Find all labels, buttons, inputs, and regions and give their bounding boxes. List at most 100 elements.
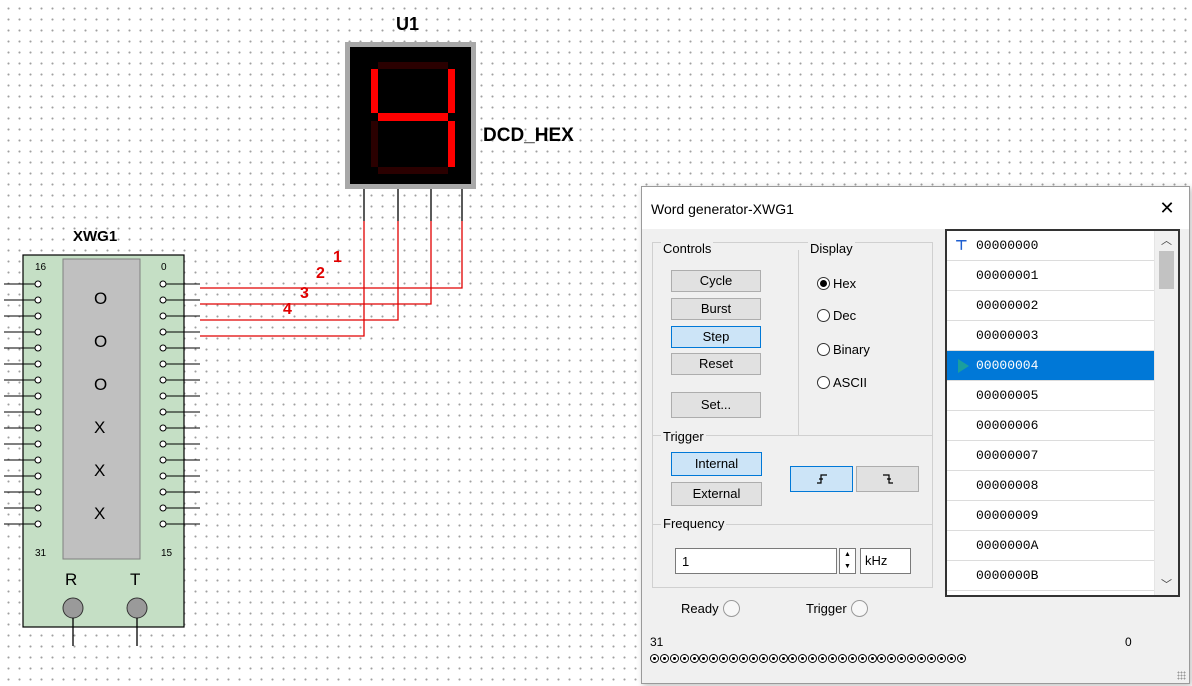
- generator-pin[interactable]: [159, 488, 167, 496]
- generator-pin[interactable]: [34, 488, 42, 496]
- scroll-down-icon[interactable]: ﹀: [1155, 575, 1178, 595]
- bit-indicator: [739, 654, 749, 663]
- close-button[interactable]: ✕: [1151, 193, 1183, 223]
- word-value: 0000000B: [976, 568, 1039, 583]
- word-row[interactable]: 00000007: [947, 441, 1154, 471]
- generator-pin[interactable]: [34, 360, 42, 368]
- bit-indicator: [917, 654, 927, 663]
- wires[interactable]: [200, 221, 463, 337]
- trigger-internal-button[interactable]: Internal: [671, 452, 762, 476]
- generator-pin[interactable]: [34, 440, 42, 448]
- generator-pin[interactable]: [159, 392, 167, 400]
- frequency-input[interactable]: [675, 548, 837, 574]
- word-row[interactable]: 00000009: [947, 501, 1154, 531]
- spin-down-icon[interactable]: ▼: [840, 561, 855, 573]
- display-ascii-radio[interactable]: ASCII: [817, 375, 867, 390]
- word-value: 00000007: [976, 448, 1039, 463]
- display-dec-radio[interactable]: Dec: [817, 308, 856, 323]
- word-list-scrollbar[interactable]: ︿ ﹀: [1154, 231, 1178, 595]
- word-value: 00000003: [976, 328, 1039, 343]
- burst-button[interactable]: Burst: [671, 298, 761, 320]
- word-generator-component[interactable]: O O O X X X: [4, 254, 200, 628]
- wire-label-2: 2: [316, 265, 325, 282]
- display-hex-radio[interactable]: Hex: [817, 276, 856, 291]
- bit-indicator: [887, 654, 897, 663]
- bit-indicator: [798, 654, 808, 663]
- terminal-r-label: R: [65, 570, 77, 589]
- generator-pin[interactable]: [159, 424, 167, 432]
- word-list[interactable]: 00000000 ⊤ 00000001 00000002 00000003 0000000…: [945, 229, 1180, 597]
- spin-up-icon[interactable]: ▲: [840, 549, 855, 561]
- word-row[interactable]: 00000000 ⊤: [947, 231, 1154, 261]
- step-button[interactable]: Step: [671, 326, 761, 348]
- frequency-unit[interactable]: kHz: [860, 548, 911, 574]
- generator-pin[interactable]: [159, 344, 167, 352]
- generator-pin[interactable]: [34, 408, 42, 416]
- generator-pin[interactable]: [159, 376, 167, 384]
- generator-pin[interactable]: [159, 360, 167, 368]
- generator-pin[interactable]: [34, 280, 42, 288]
- title-bar[interactable]: Word generator-XWG1 ✕: [642, 187, 1189, 229]
- generator-pin[interactable]: [159, 504, 167, 512]
- resize-grip-icon[interactable]: [1177, 671, 1186, 680]
- word-row[interactable]: 00000008: [947, 471, 1154, 501]
- word-row[interactable]: 00000001: [947, 261, 1154, 291]
- generator-pin[interactable]: [34, 376, 42, 384]
- word-row[interactable]: 00000006: [947, 411, 1154, 441]
- rising-edge-button[interactable]: [790, 466, 853, 492]
- word-value: 00000006: [976, 418, 1039, 433]
- bit-indicator: [689, 654, 699, 663]
- cycle-button[interactable]: Cycle: [671, 270, 761, 292]
- generator-pin[interactable]: [34, 520, 42, 528]
- wire-2: [200, 221, 432, 305]
- word-row[interactable]: 00000004: [947, 351, 1154, 381]
- generator-pin[interactable]: [159, 296, 167, 304]
- frequency-spinner[interactable]: ▲ ▼: [839, 548, 856, 574]
- controls-display-divider: [798, 250, 799, 435]
- trigger-led-icon: [850, 600, 868, 617]
- scroll-thumb[interactable]: [1159, 251, 1174, 289]
- ready-indicator: Ready: [681, 600, 740, 617]
- trigger-label: Trigger: [661, 429, 706, 444]
- generator-pin[interactable]: [34, 344, 42, 352]
- generator-pin[interactable]: [34, 392, 42, 400]
- falling-edge-button[interactable]: [856, 466, 919, 492]
- generator-pin[interactable]: [34, 456, 42, 464]
- generator-pin[interactable]: [34, 312, 42, 320]
- word-row[interactable]: 0000000A: [947, 531, 1154, 561]
- generator-pin[interactable]: [34, 328, 42, 336]
- set-button[interactable]: Set...: [671, 392, 761, 418]
- scroll-up-icon[interactable]: ︿: [1155, 231, 1178, 251]
- generator-pin[interactable]: [34, 424, 42, 432]
- generator-pin[interactable]: [159, 440, 167, 448]
- trigger-indicator: Trigger: [806, 600, 868, 617]
- generator-pin[interactable]: [159, 456, 167, 464]
- generator-pin[interactable]: [159, 408, 167, 416]
- generator-pin[interactable]: [34, 504, 42, 512]
- reset-button[interactable]: Reset: [671, 353, 761, 375]
- frequency-label: Frequency: [661, 516, 727, 531]
- wire-1: [200, 221, 463, 289]
- bit-indicator: [719, 654, 729, 663]
- generator-pin[interactable]: [159, 312, 167, 320]
- generator-pin[interactable]: [159, 520, 167, 528]
- word-row[interactable]: 00000005: [947, 381, 1154, 411]
- bit-indicator: [847, 654, 857, 663]
- generator-internal-char: X: [94, 418, 105, 437]
- seven-segment-display[interactable]: [345, 42, 476, 189]
- generator-pin[interactable]: [159, 328, 167, 336]
- generator-pin[interactable]: [159, 472, 167, 480]
- trigger-external-button[interactable]: External: [671, 482, 762, 506]
- generator-pin[interactable]: [34, 296, 42, 304]
- word-row[interactable]: 00000002: [947, 291, 1154, 321]
- word-row[interactable]: 0000000B: [947, 561, 1154, 591]
- ready-label: Ready: [681, 601, 719, 616]
- display-binary-radio[interactable]: Binary: [817, 342, 870, 357]
- bit-indicator: [768, 654, 778, 663]
- generator-pin[interactable]: [34, 472, 42, 480]
- word-value: 00000004: [976, 358, 1039, 373]
- word-row[interactable]: 00000003: [947, 321, 1154, 351]
- generator-refdes: XWG1: [73, 228, 117, 245]
- generator-pin[interactable]: [159, 280, 167, 288]
- bit-indicator: [788, 654, 798, 663]
